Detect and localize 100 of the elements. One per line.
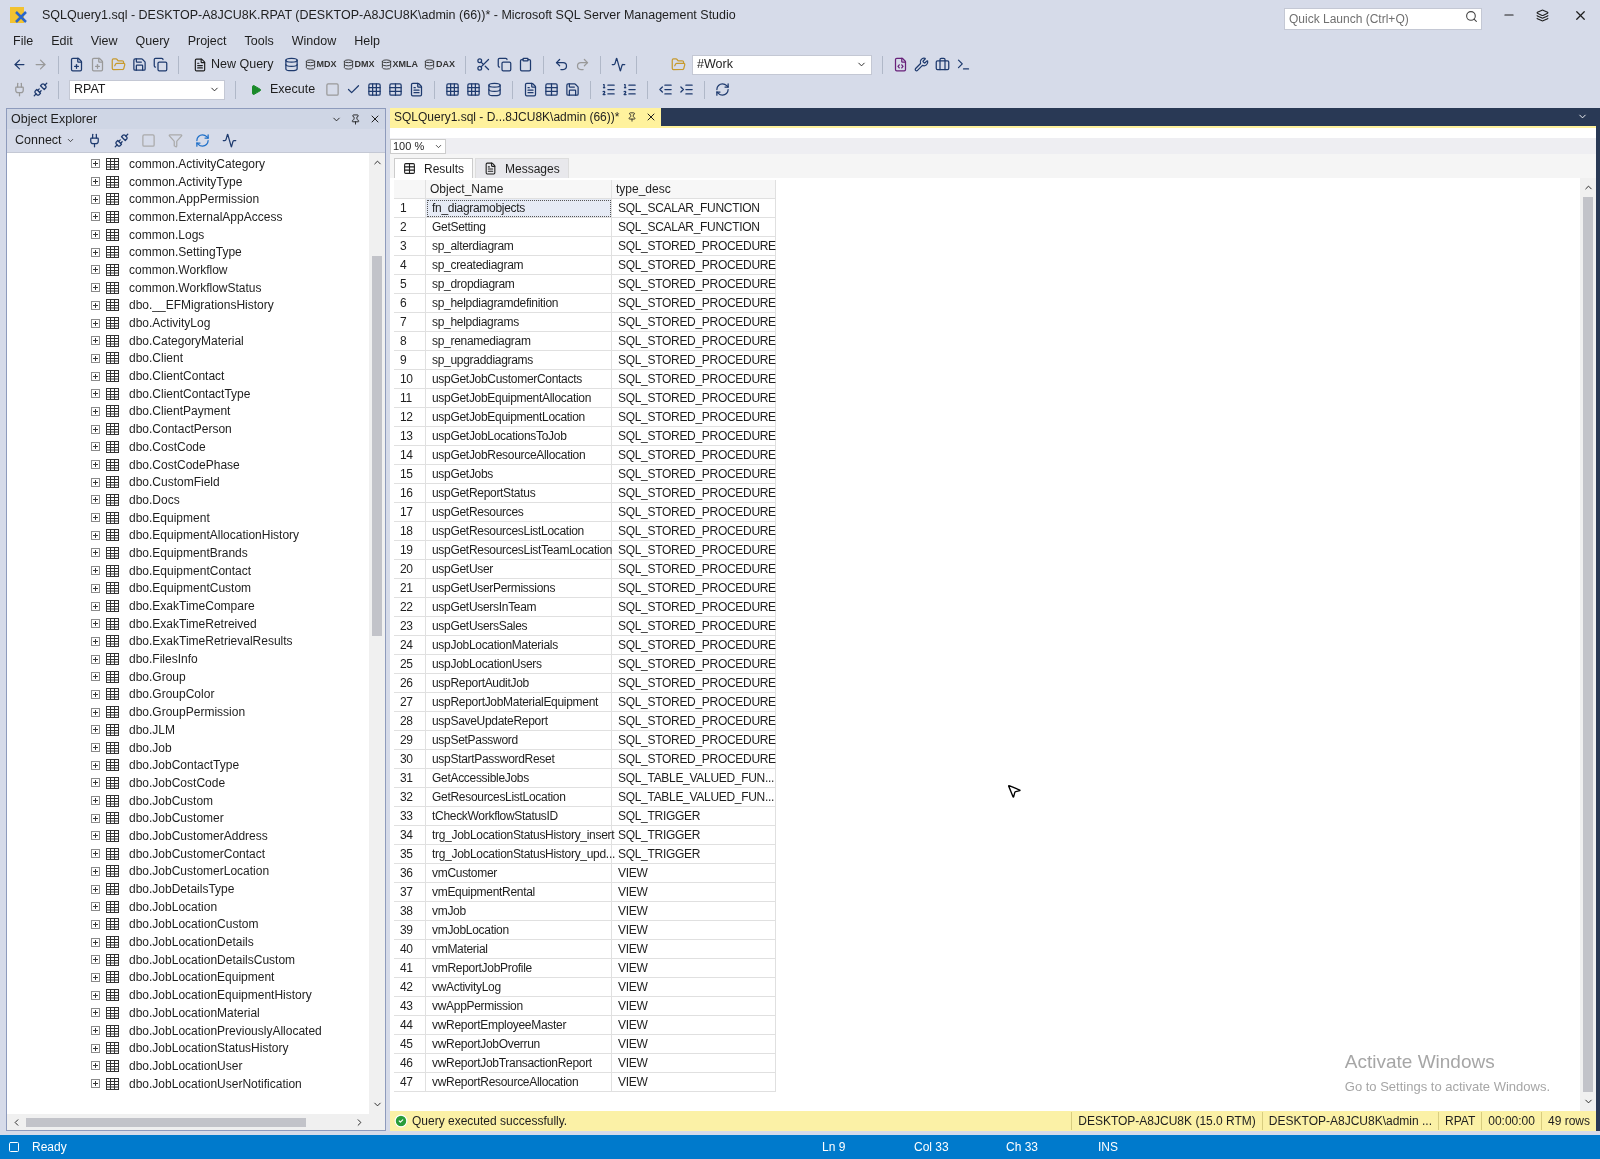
tree-item[interactable]: dbo.JobLocationDetailsCustom (129, 950, 296, 969)
tree-item[interactable]: dbo.JobCustomerContact (129, 844, 266, 863)
table-cell[interactable]: SQL_STORED_PROCEDURE (612, 332, 776, 351)
expand-icon[interactable] (91, 689, 100, 699)
back-icon[interactable] (12, 57, 27, 72)
tree-item[interactable]: common.AppPermission (129, 190, 260, 209)
tree-item[interactable]: dbo.EquipmentBrands (129, 543, 248, 562)
table-cell[interactable]: VIEW (612, 1016, 776, 1035)
table-cell[interactable]: SQL_STORED_PROCEDURE (612, 351, 776, 370)
table-cell[interactable]: vmEquipmentRental (426, 883, 612, 902)
expand-icon[interactable] (91, 460, 100, 470)
tree-item[interactable]: dbo.JobDetailsType (129, 880, 235, 899)
table-cell[interactable]: uspGetResourcesListTeamLocation (426, 541, 612, 560)
expand-icon[interactable] (91, 1079, 100, 1089)
table-cell[interactable]: SQL_TRIGGER (612, 807, 776, 826)
table-cell[interactable]: uspGetUser (426, 560, 612, 579)
table-cell[interactable]: uspReportJobMaterialEquipment (426, 693, 612, 712)
table-cell[interactable]: vmJobLocation (426, 921, 612, 940)
table-cell[interactable]: uspSetPassword (426, 731, 612, 750)
undo-icon[interactable] (554, 57, 570, 72)
tree-item[interactable]: dbo.GroupPermission (129, 703, 246, 722)
expand-icon[interactable] (91, 159, 100, 169)
tree-item[interactable]: dbo.JobCustomerLocation (129, 862, 270, 881)
expand-icon[interactable] (91, 990, 100, 1000)
table-cell[interactable]: sp_creatediagram (426, 256, 612, 275)
table-cell[interactable]: SQL_STORED_PROCEDURE (612, 256, 776, 275)
tree-item[interactable]: dbo.Client (129, 349, 184, 368)
search-icon[interactable] (1465, 10, 1478, 23)
tree-item[interactable]: dbo.JobCustomer (129, 809, 224, 828)
expand-icon[interactable] (91, 1061, 100, 1071)
table-cell[interactable]: uspGetJobs (426, 465, 612, 484)
expand-icon[interactable] (91, 866, 100, 876)
expand-icon[interactable] (91, 336, 100, 346)
expand-icon[interactable] (91, 318, 100, 328)
expand-icon[interactable] (91, 972, 100, 982)
table-cell[interactable]: SQL_STORED_PROCEDURE (612, 237, 776, 256)
expand-icon[interactable] (91, 300, 100, 310)
vertical-scrollbar[interactable] (369, 153, 385, 1114)
table-cell[interactable]: SQL_STORED_PROCEDURE (612, 503, 776, 522)
table-cell[interactable]: SQL_STORED_PROCEDURE (612, 275, 776, 294)
results-tab[interactable]: Results (394, 158, 473, 178)
table-cell[interactable]: GetSetting (426, 218, 612, 237)
expand-icon[interactable] (91, 283, 100, 293)
menu-item[interactable]: View (81, 31, 127, 51)
table-cell[interactable]: SQL_STORED_PROCEDURE (612, 636, 776, 655)
tree-item[interactable]: dbo.ExakTimeRetreived (129, 614, 257, 633)
table-cell[interactable]: VIEW (612, 1073, 776, 1092)
tree-item[interactable]: dbo.ExakTimeRetrievalResults (129, 632, 293, 651)
table-cell[interactable]: uspReportAuditJob (426, 674, 612, 693)
table-cell[interactable]: SQL_SCALAR_FUNCTION (612, 218, 776, 237)
wrench-icon[interactable] (914, 57, 930, 72)
table-cell[interactable]: SQL_STORED_PROCEDURE (612, 560, 776, 579)
document-tab[interactable]: SQLQuery1.sql - D...8JCU8K\admin (66))* (390, 108, 662, 126)
new-project-icon[interactable] (69, 57, 84, 72)
table-cell[interactable]: uspGetJobCustomerContacts (426, 370, 612, 389)
expand-icon[interactable] (91, 442, 100, 452)
expand-icon[interactable] (91, 424, 100, 434)
expand-icon[interactable] (91, 743, 100, 753)
table-cell[interactable]: SQL_STORED_PROCEDURE (612, 408, 776, 427)
expand-icon[interactable] (91, 530, 100, 540)
tree-item[interactable]: dbo.FilesInfo (129, 650, 198, 669)
table-cell[interactable]: SQL_STORED_PROCEDURE (612, 389, 776, 408)
execute-button[interactable]: Execute (246, 80, 320, 99)
table-cell[interactable]: SQL_STORED_PROCEDURE (612, 294, 776, 313)
expand-icon[interactable] (91, 636, 100, 646)
table-cell[interactable]: uspGetJobEquipmentAllocation (426, 389, 612, 408)
menu-item[interactable]: Query (126, 31, 179, 51)
table-cell[interactable]: SQL_STORED_PROCEDURE (612, 313, 776, 332)
table-cell[interactable]: SQL_STORED_PROCEDURE (612, 750, 776, 769)
expand-icon[interactable] (91, 1008, 100, 1018)
expand-icon[interactable] (91, 725, 100, 735)
query-type-button[interactable]: XMLA (380, 59, 419, 70)
tree-item[interactable]: dbo.EquipmentCustom (129, 579, 252, 598)
pin-icon[interactable] (627, 112, 638, 122)
table-cell[interactable]: VIEW (612, 864, 776, 883)
scrollbar-thumb[interactable] (372, 256, 382, 636)
table-cell[interactable]: uspJobLocationUsers (426, 655, 612, 674)
expand-icon[interactable] (91, 707, 100, 717)
expand-icon[interactable] (91, 654, 100, 664)
table-cell[interactable]: sp_alterdiagram (426, 237, 612, 256)
tree-item[interactable]: common.Logs (129, 225, 205, 244)
table-cell[interactable]: VIEW (612, 883, 776, 902)
table-cell[interactable]: vmReportJobProfile (426, 959, 612, 978)
table-cell[interactable]: uspGetReportStatus (426, 484, 612, 503)
expand-icon[interactable] (91, 566, 100, 576)
tree-item[interactable]: dbo.__EFMigrationsHistory (129, 296, 274, 315)
copy-icon[interactable] (497, 57, 513, 72)
tree-item[interactable]: dbo.Equipment (129, 508, 210, 527)
tree-item[interactable]: dbo.ContactPerson (129, 420, 232, 439)
table-cell[interactable]: VIEW (612, 997, 776, 1016)
scrollbar-thumb[interactable] (26, 1117, 306, 1127)
tree-item[interactable]: dbo.Docs (129, 490, 180, 509)
table-cell[interactable]: sp_upgraddiagrams (426, 351, 612, 370)
table-cell[interactable]: SQL_STORED_PROCEDURE (612, 674, 776, 693)
table-cell[interactable]: VIEW (612, 1035, 776, 1054)
table-cell[interactable]: vwActivityLog (426, 978, 612, 997)
tree-item[interactable]: dbo.JobLocationUserNotification (129, 1074, 302, 1093)
expand-icon[interactable] (91, 265, 100, 275)
expand-icon[interactable] (91, 1043, 100, 1053)
table-cell[interactable]: vmCustomer (426, 864, 612, 883)
